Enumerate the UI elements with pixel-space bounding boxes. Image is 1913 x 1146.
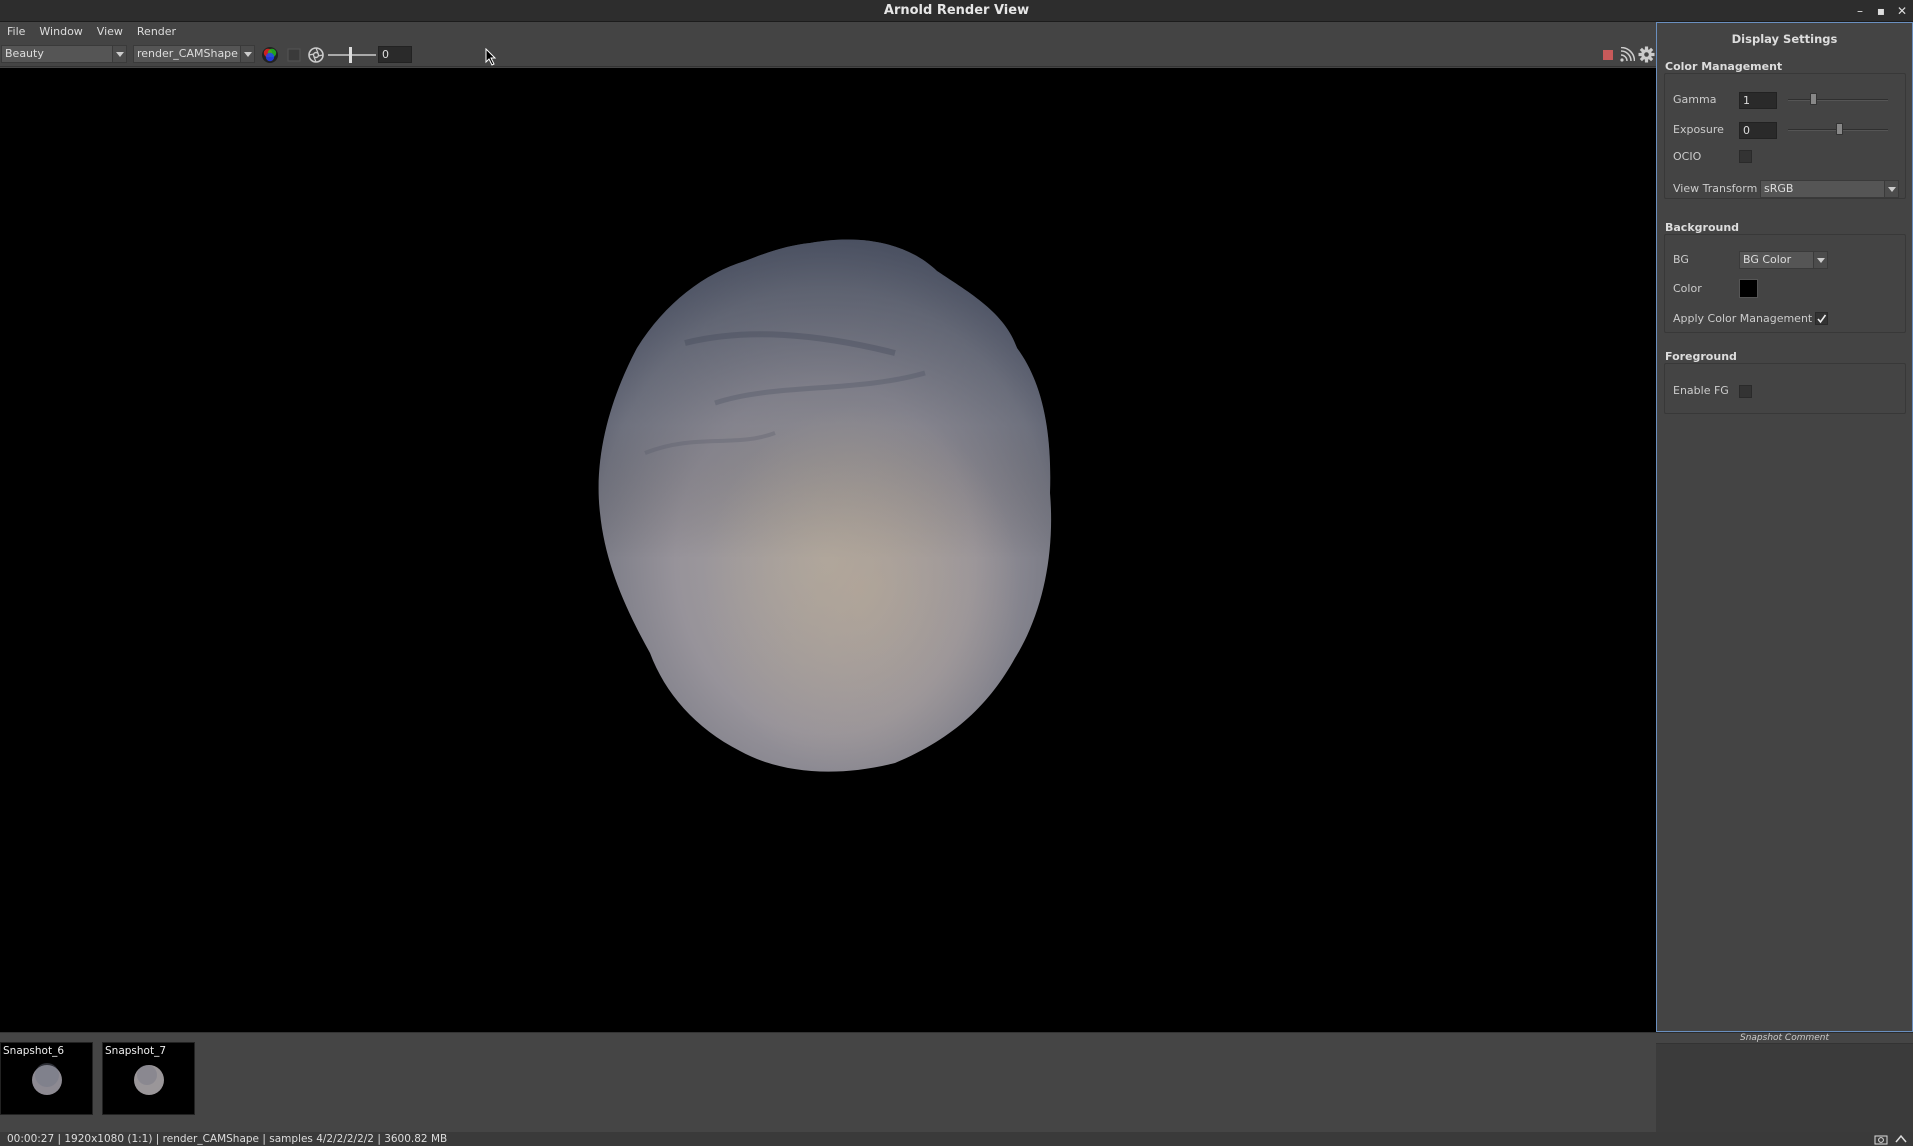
view-transform-label: View Transform	[1673, 182, 1758, 195]
menu-window[interactable]: Window	[32, 22, 89, 42]
menu-view[interactable]: View	[90, 22, 130, 42]
stop-render-icon[interactable]	[1603, 50, 1613, 60]
chevron-down-icon	[112, 46, 126, 62]
mouse-cursor-icon	[485, 48, 497, 66]
camera-dropdown[interactable]: render_CAMShape	[133, 45, 255, 63]
chevron-down-icon	[240, 46, 254, 62]
menu-render[interactable]: Render	[130, 22, 183, 42]
snapshot-comment-panel[interactable]: Snapshot Comment	[1656, 1032, 1913, 1132]
gamma-input[interactable]: 1	[1739, 92, 1777, 109]
view-transform-dropdown[interactable]: sRGB	[1760, 180, 1899, 198]
snapshot-preview	[32, 1063, 62, 1095]
exposure-input[interactable]: 0	[378, 46, 412, 63]
chevron-down-icon	[1813, 252, 1827, 268]
bg-value: BG Color	[1743, 253, 1792, 266]
apply-color-management-checkbox[interactable]	[1815, 312, 1828, 325]
bg-label: BG	[1673, 253, 1689, 266]
panel-title: Display Settings	[1731, 32, 1838, 46]
snapshot-label: Snapshot_7	[105, 1045, 167, 1057]
exposure-field[interactable]: 0	[1739, 122, 1777, 139]
camera-value: render_CAMShape	[137, 47, 238, 60]
settings-gear-icon[interactable]	[1638, 46, 1655, 63]
bg-color-label: Color	[1673, 282, 1702, 295]
enable-fg-label: Enable FG	[1673, 384, 1729, 397]
snapshot-comment-label: Snapshot Comment	[1656, 1033, 1913, 1044]
close-icon[interactable]: ✕	[1893, 2, 1911, 20]
title-bar: Arnold Render View – ▪ ✕	[0, 0, 1913, 22]
snapshot-preview	[134, 1065, 164, 1095]
rendered-rock-sphere	[598, 239, 1052, 772]
view-transform-value: sRGB	[1764, 182, 1794, 195]
menu-file[interactable]: File	[0, 22, 32, 42]
maximize-icon[interactable]: ▪	[1872, 2, 1890, 20]
render-viewport[interactable]	[0, 68, 1656, 1032]
exposure-settings-slider-handle[interactable]	[1836, 123, 1843, 135]
color-management-title: Color Management	[1665, 60, 1783, 73]
exposure-slider-handle[interactable]	[349, 47, 352, 63]
gamma-slider[interactable]	[1788, 99, 1888, 101]
snapshot-label: Snapshot_6	[3, 1045, 65, 1057]
aov-value: Beauty	[5, 47, 44, 60]
window-title: Arnold Render View	[883, 3, 1030, 18]
gamma-label: Gamma	[1673, 93, 1717, 106]
status-bar: 00:00:27 | 1920x1080 (1:1) | render_CAMS…	[0, 1132, 1913, 1146]
bg-dropdown[interactable]: BG Color	[1739, 251, 1828, 269]
chevron-up-icon[interactable]	[1894, 1133, 1908, 1145]
apply-color-management-label: Apply Color Management	[1673, 312, 1813, 325]
color-channels-icon[interactable]	[261, 46, 279, 64]
snapshot-thumbnail[interactable]: Snapshot_6	[0, 1042, 93, 1115]
foreground-title: Foreground	[1665, 350, 1737, 363]
exposure-label: Exposure	[1673, 123, 1724, 136]
toolbar: Beauty render_CAMShape 0	[0, 42, 1656, 67]
region-icon[interactable]	[287, 48, 301, 62]
aov-dropdown[interactable]: Beauty	[1, 45, 127, 63]
checkmark-icon	[1817, 314, 1827, 324]
ipr-icon[interactable]	[1619, 47, 1635, 63]
display-settings-panel: Display Settings Color Management Gamma …	[1656, 22, 1913, 1032]
aperture-icon[interactable]	[307, 46, 325, 64]
enable-fg-checkbox[interactable]	[1739, 385, 1752, 398]
background-title: Background	[1665, 221, 1740, 234]
chevron-down-icon	[1884, 181, 1898, 197]
menu-bar: File Window View Render	[0, 22, 1656, 42]
bg-color-swatch[interactable]	[1739, 279, 1758, 298]
gamma-slider-handle[interactable]	[1810, 93, 1817, 105]
exposure-slider-track[interactable]	[328, 54, 376, 56]
snapshot-thumbnail[interactable]: Snapshot_7	[102, 1042, 195, 1115]
ocio-checkbox[interactable]	[1739, 150, 1752, 163]
ocio-label: OCIO	[1673, 150, 1702, 163]
minimize-icon[interactable]: –	[1851, 2, 1869, 20]
snapshot-strip: Snapshot_6 Snapshot_7	[0, 1032, 1656, 1132]
camera-icon[interactable]	[1874, 1133, 1888, 1145]
